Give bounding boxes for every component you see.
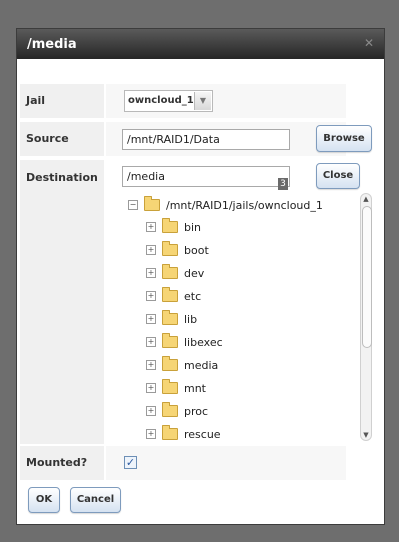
expand-icon[interactable]: + [146,268,156,278]
expand-icon[interactable]: + [146,429,156,439]
expand-icon[interactable]: + [146,360,156,370]
folder-icon [162,287,178,302]
tree-item-label: mnt [184,381,206,395]
tree-root[interactable]: − /mnt/RAID1/jails/owncloud_1 [128,196,323,214]
close-icon[interactable]: ✕ [363,37,375,49]
destination-input[interactable]: /media [122,166,290,187]
expand-icon[interactable]: + [146,337,156,347]
tree-item-label: dev [184,266,205,280]
mounted-checkbox[interactable]: ✓ [124,456,137,469]
source-label: Source [20,122,104,156]
tree-item-label: bin [184,220,202,234]
tree-item-label: rescue [184,427,221,441]
folder-open-icon [144,196,160,211]
cancel-button[interactable]: Cancel [70,487,121,513]
tree-scrollbar[interactable]: ▲ ▼ [360,193,372,441]
folder-icon [162,356,178,371]
collapse-icon[interactable]: − [128,200,138,210]
expand-icon[interactable]: + [146,291,156,301]
tree-item-label: boot [184,243,209,257]
close-button[interactable]: Close [316,163,360,189]
jail-select-value: owncloud_1 [128,95,194,106]
expand-icon[interactable]: + [146,245,156,255]
folder-icon [162,310,178,325]
scrollbar-thumb[interactable] [362,206,372,348]
expand-icon[interactable]: + [146,383,156,393]
folder-icon [162,333,178,348]
jail-label: Jail [20,84,104,118]
jail-select[interactable]: owncloud_1 ▼ [124,90,213,112]
folder-icon [162,425,178,440]
folder-icon [162,241,178,256]
scroll-down-icon[interactable]: ▼ [362,431,370,439]
tree-item-label: libexec [184,335,223,349]
tree-item-label: etc [184,289,202,303]
tree-item-label: media [184,358,219,372]
dialog-titlebar[interactable]: /media ✕ [17,29,384,59]
tree-item-proc[interactable]: + proc [146,402,208,420]
browse-button[interactable]: Browse [316,125,372,152]
tree-item-etc[interactable]: + etc [146,287,201,305]
tree-item-libexec[interactable]: + libexec [146,333,223,351]
tree-root-label: /mnt/RAID1/jails/owncloud_1 [166,198,323,212]
tree-item-rescue[interactable]: + rescue [146,425,221,443]
tree-item-label: proc [184,404,209,418]
tree-item-boot[interactable]: + boot [146,241,209,259]
tree-item-dev[interactable]: + dev [146,264,204,282]
folder-icon [162,402,178,417]
ok-button[interactable]: OK [28,487,60,513]
tree-item-mnt[interactable]: + mnt [146,379,206,397]
expand-icon[interactable]: + [146,406,156,416]
tree-item-label: lib [184,312,198,326]
source-input[interactable]: /mnt/RAID1/Data [122,129,290,150]
tree-item-bin[interactable]: + bin [146,218,201,236]
mounted-field-bg [106,446,346,480]
folder-icon [162,264,178,279]
destination-counter: 3 [278,178,288,190]
mounted-label: Mounted? [20,446,104,480]
destination-label: Destination [20,160,104,444]
chevron-down-icon[interactable]: ▼ [194,92,211,110]
scroll-up-icon[interactable]: ▲ [362,195,370,203]
tree-item-lib[interactable]: + lib [146,310,197,328]
tree-item-media[interactable]: + media [146,356,218,374]
expand-icon[interactable]: + [146,222,156,232]
expand-icon[interactable]: + [146,314,156,324]
folder-icon [162,379,178,394]
dialog-title: /media [27,36,77,52]
folder-icon [162,218,178,233]
